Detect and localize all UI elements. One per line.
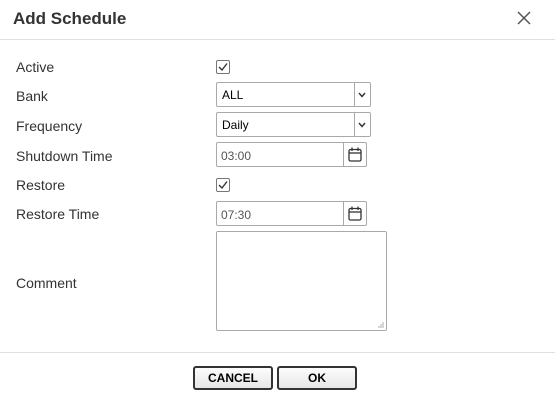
bank-select-value: ALL (222, 88, 244, 102)
chevron-down-icon (358, 92, 366, 98)
active-checkbox[interactable] (216, 60, 230, 74)
restore-time-value: 07:30 (221, 208, 252, 222)
bank-select[interactable]: ALL (216, 82, 371, 107)
shutdown-time-picker-button[interactable] (343, 143, 366, 166)
bank-label: Bank (16, 88, 48, 104)
ok-button[interactable]: OK (277, 366, 357, 390)
chevron-down-icon (358, 122, 366, 128)
bank-dropdown-arrow[interactable] (354, 83, 370, 106)
restore-time-label: Restore Time (16, 206, 100, 222)
shutdown-time-value: 03:00 (221, 149, 252, 163)
close-button[interactable] (513, 7, 535, 29)
active-label: Active (16, 59, 55, 75)
calendar-icon (348, 147, 362, 162)
checkmark-icon (218, 63, 228, 72)
restore-label: Restore (16, 177, 66, 193)
restore-time-input[interactable]: 07:30 (216, 201, 367, 226)
frequency-label: Frequency (16, 118, 83, 134)
comment-textarea[interactable] (216, 231, 387, 331)
calendar-icon (348, 206, 362, 221)
shutdown-time-input[interactable]: 03:00 (216, 142, 367, 167)
comment-label: Comment (16, 275, 77, 291)
frequency-dropdown-arrow[interactable] (354, 113, 370, 136)
cancel-button[interactable]: CANCEL (193, 366, 273, 390)
close-icon (517, 11, 531, 25)
resize-grip-icon[interactable] (377, 321, 384, 328)
shutdown-time-label: Shutdown Time (16, 148, 113, 164)
footer-divider (0, 352, 555, 353)
dialog-title: Add Schedule (13, 9, 127, 28)
restore-time-picker-button[interactable] (343, 202, 366, 225)
restore-checkbox[interactable] (216, 178, 230, 192)
checkmark-icon (218, 181, 228, 190)
dialog-header: Add Schedule (0, 0, 555, 40)
frequency-select-value: Daily (222, 118, 249, 132)
frequency-select[interactable]: Daily (216, 112, 371, 137)
add-schedule-dialog: Add Schedule Active Bank ALL Frequency D… (0, 0, 555, 403)
